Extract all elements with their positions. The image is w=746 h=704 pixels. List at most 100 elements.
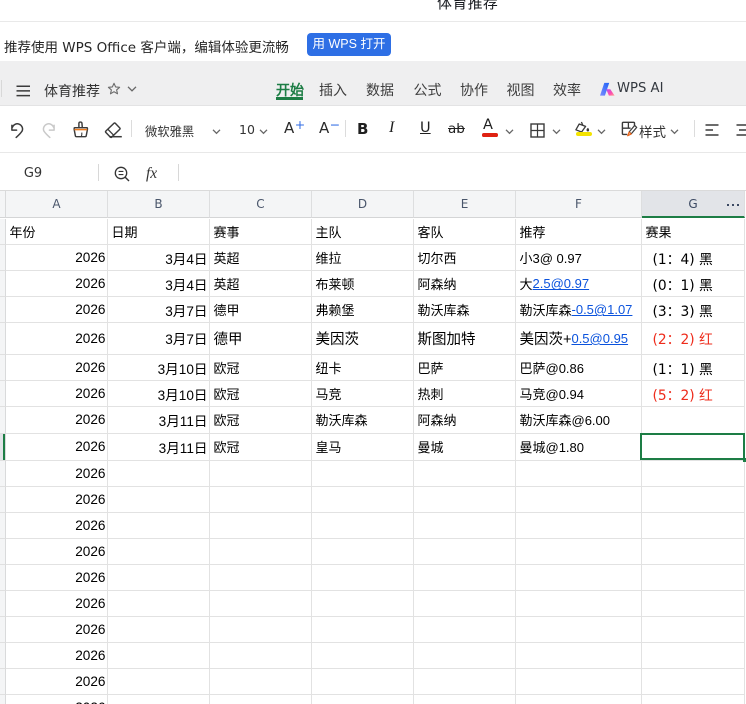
cell-empty[interactable] bbox=[414, 590, 516, 617]
cell-empty[interactable] bbox=[108, 564, 210, 591]
cell-empty[interactable] bbox=[516, 486, 642, 513]
cell-league[interactable]: 英超 bbox=[210, 245, 312, 272]
cell-empty[interactable] bbox=[642, 486, 745, 513]
cell-empty[interactable] bbox=[312, 486, 414, 513]
font-name-select[interactable]: 微软雅黑 bbox=[145, 122, 194, 140]
cell-league[interactable]: 德甲 bbox=[210, 297, 312, 323]
cell-empty[interactable] bbox=[414, 642, 516, 669]
cell-empty[interactable] bbox=[210, 538, 312, 565]
cell-empty[interactable] bbox=[414, 538, 516, 565]
chevron-down-icon[interactable] bbox=[597, 129, 606, 135]
field-header-G[interactable]: 赛果 bbox=[642, 218, 745, 246]
cell-date[interactable]: 3月4日 bbox=[108, 245, 210, 272]
cell-empty[interactable] bbox=[108, 538, 210, 565]
cell-home[interactable]: 皇马 bbox=[312, 433, 414, 461]
cell-tip[interactable]: 巴萨@0.86 bbox=[516, 354, 642, 382]
cell-tip[interactable]: 曼城@1.80 bbox=[516, 433, 642, 461]
font-size-select[interactable]: 10 bbox=[239, 122, 255, 137]
italic-button[interactable]: I bbox=[389, 119, 394, 137]
cell-tip[interactable]: 勒沃库森 -0.5@1.07 bbox=[516, 297, 642, 323]
cell-empty[interactable] bbox=[312, 616, 414, 643]
cell-date[interactable]: 3月11日 bbox=[108, 433, 210, 461]
cell-year[interactable]: 2026 bbox=[6, 538, 108, 565]
cell-year[interactable]: 2026 bbox=[6, 354, 108, 382]
cell-empty[interactable] bbox=[210, 642, 312, 669]
cell-empty[interactable] bbox=[414, 616, 516, 643]
chevron-down-icon[interactable] bbox=[127, 86, 137, 92]
column-header-E[interactable]: E bbox=[414, 191, 516, 219]
field-header-C[interactable]: 赛事 bbox=[210, 218, 312, 246]
increase-font-button[interactable]: A+ bbox=[284, 117, 305, 137]
column-header-C[interactable]: C bbox=[210, 191, 312, 219]
cell-empty[interactable] bbox=[516, 564, 642, 591]
tab-协作[interactable]: 协作 bbox=[460, 80, 488, 100]
cell-empty[interactable] bbox=[312, 642, 414, 669]
cell-empty[interactable] bbox=[312, 564, 414, 591]
cell-league[interactable]: 欧冠 bbox=[210, 433, 312, 461]
cell-home[interactable]: 勒沃库森 bbox=[312, 407, 414, 434]
tab-数据[interactable]: 数据 bbox=[366, 80, 394, 100]
bold-button[interactable]: B bbox=[357, 120, 368, 138]
cell-empty[interactable] bbox=[414, 694, 516, 704]
cell-away[interactable]: 阿森纳 bbox=[414, 271, 516, 298]
cell-year[interactable]: 2026 bbox=[6, 433, 108, 461]
wps-ai-label[interactable]: WPS AI bbox=[617, 81, 663, 96]
cell-year[interactable]: 2026 bbox=[6, 486, 108, 513]
chevron-down-icon[interactable] bbox=[552, 129, 561, 135]
cell-empty[interactable] bbox=[108, 590, 210, 617]
cell-empty[interactable] bbox=[516, 668, 642, 695]
cell-empty[interactable] bbox=[516, 694, 642, 704]
tab-插入[interactable]: 插入 bbox=[319, 80, 347, 100]
cell-empty[interactable] bbox=[312, 668, 414, 695]
cell-league[interactable]: 欧冠 bbox=[210, 354, 312, 382]
cell-date[interactable]: 3月11日 bbox=[108, 407, 210, 434]
cell-home[interactable]: 美因茨 bbox=[312, 322, 414, 355]
cell-empty[interactable] bbox=[642, 538, 745, 565]
cell-empty[interactable] bbox=[210, 486, 312, 513]
find-icon[interactable] bbox=[114, 166, 131, 183]
chevron-down-icon[interactable] bbox=[259, 129, 268, 135]
cell-empty[interactable] bbox=[108, 512, 210, 539]
name-box[interactable]: G9 bbox=[0, 166, 66, 181]
cell-empty[interactable] bbox=[516, 460, 642, 487]
cell-style-label[interactable]: 样式 bbox=[639, 121, 666, 141]
field-header-E[interactable]: 客队 bbox=[414, 218, 516, 246]
cell-empty[interactable] bbox=[108, 642, 210, 669]
cell-date[interactable]: 3月10日 bbox=[108, 354, 210, 382]
cell-away[interactable]: 切尔西 bbox=[414, 245, 516, 272]
cell-empty[interactable] bbox=[516, 616, 642, 643]
cell-year[interactable]: 2026 bbox=[6, 460, 108, 487]
cell-empty[interactable] bbox=[312, 694, 414, 704]
align-center-icon[interactable] bbox=[736, 124, 746, 136]
cell-empty[interactable] bbox=[642, 694, 745, 704]
cell-result[interactable]: (2：2) 红 bbox=[642, 322, 745, 355]
cell-league[interactable]: 德甲 bbox=[210, 322, 312, 355]
cell-result[interactable]: (0：1) 黑 bbox=[642, 271, 745, 298]
column-header-D[interactable]: D bbox=[312, 191, 414, 219]
cell-tip[interactable]: 马竞@0.94 bbox=[516, 381, 642, 408]
cell-home[interactable]: 布莱顿 bbox=[312, 271, 414, 298]
cell-year[interactable]: 2026 bbox=[6, 616, 108, 643]
field-header-B[interactable]: 日期 bbox=[108, 218, 210, 246]
cell-tip[interactable]: 大 2.5@0.97 bbox=[516, 271, 642, 298]
cell-away[interactable]: 热刺 bbox=[414, 381, 516, 408]
cell-result[interactable]: (5：2) 红 bbox=[642, 381, 745, 408]
border-icon[interactable] bbox=[530, 123, 545, 138]
star-icon[interactable] bbox=[107, 82, 121, 96]
cell-empty[interactable] bbox=[312, 538, 414, 565]
cell-tip[interactable]: 美因茨+ 0.5@0.95 bbox=[516, 322, 642, 355]
cell-empty[interactable] bbox=[210, 668, 312, 695]
cell-empty[interactable] bbox=[414, 486, 516, 513]
underline-button[interactable]: U bbox=[420, 120, 431, 136]
field-header-A[interactable]: 年份 bbox=[6, 218, 108, 246]
cell-year[interactable]: 2026 bbox=[6, 297, 108, 323]
cell-empty[interactable] bbox=[210, 564, 312, 591]
cell-away[interactable]: 曼城 bbox=[414, 433, 516, 461]
cell-away[interactable]: 巴萨 bbox=[414, 354, 516, 382]
eraser-icon[interactable] bbox=[103, 120, 123, 139]
open-in-wps-button[interactable]: 用 WPS 打开 bbox=[307, 33, 391, 56]
cell-empty[interactable] bbox=[642, 460, 745, 487]
cell-empty[interactable] bbox=[516, 642, 642, 669]
tab-效率[interactable]: 效率 bbox=[553, 80, 581, 100]
cell-empty[interactable] bbox=[108, 616, 210, 643]
